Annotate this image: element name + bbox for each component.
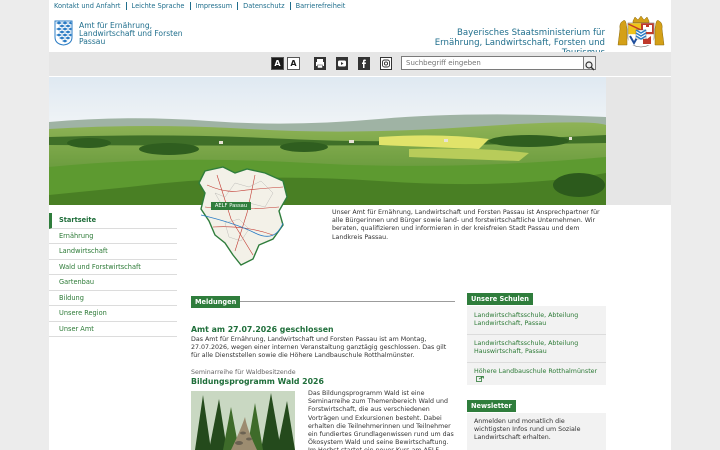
meldungen-heading: Meldungen	[191, 296, 241, 308]
top-links: Kontakt und Anfahrt Leichte Sprache Impres…	[54, 2, 351, 12]
news-text: Das Bildungsprogramm Wald ist eine Semin…	[308, 390, 454, 450]
nav-ernaehrung[interactable]: Ernährung	[49, 229, 177, 244]
schulen-heading: Unsere Schulen	[467, 293, 533, 305]
instagram-icon[interactable]	[380, 57, 392, 70]
left-navigation: Startseite Ernährung Landwirtschaft Wald…	[49, 213, 177, 337]
school-link-hauswirtschaft[interactable]: Landwirtschaftsschule, Abteilung Hauswir…	[474, 340, 584, 356]
divider	[467, 334, 606, 335]
external-link-icon	[476, 376, 484, 383]
page: Kontakt und Anfahrt Leichte Sprache Impres…	[49, 0, 671, 450]
nav-bildung[interactable]: Bildung	[49, 291, 177, 306]
news-title[interactable]: Amt am 27.07.2026 geschlossen	[191, 325, 334, 334]
bavaria-coat-of-arms-icon[interactable]	[616, 15, 666, 48]
toolbar-spacer	[606, 52, 671, 76]
hero-side-panel	[606, 77, 671, 205]
amt-title[interactable]: Amt für Ernährung, Landwirtschaft und Fo…	[79, 22, 199, 46]
youtube-icon[interactable]	[336, 57, 348, 70]
divider	[467, 362, 606, 363]
region-map-passau[interactable]	[195, 163, 291, 269]
news-title[interactable]: Bildungsprogramm Wald 2026	[191, 377, 324, 386]
link-impressum[interactable]: Impressum	[189, 2, 238, 10]
link-kontakt[interactable]: Kontakt und Anfahrt	[54, 2, 126, 10]
print-icon[interactable]	[314, 57, 326, 70]
nav-gartenbau[interactable]: Gartenbau	[49, 275, 177, 291]
newsletter-text[interactable]: Anmelden und monatlich die wichtigsten I…	[467, 413, 606, 450]
ministry-line1: Bayerisches Staatsministerium für	[456, 28, 605, 38]
search-button[interactable]	[583, 56, 596, 71]
intro-text: Unser Amt für Ernährung, Landwirtschaft …	[332, 209, 600, 241]
link-barrierefreiheit[interactable]: Barrierefreiheit	[289, 2, 351, 10]
news-text: Das Amt für Ernährung, Landwirtschaft un…	[191, 336, 447, 360]
nav-wald-forstwirtschaft[interactable]: Wald und Forstwirtschaft	[49, 260, 177, 275]
school-link-label: Höhere Landbauschule Rotthalmünster	[474, 368, 598, 375]
facebook-icon[interactable]	[358, 57, 370, 70]
nav-startseite[interactable]: Startseite	[49, 213, 177, 229]
forest-photo[interactable]	[191, 391, 295, 450]
bavaria-lozenge-logo[interactable]	[54, 20, 73, 46]
link-datenschutz[interactable]: Datenschutz	[237, 2, 290, 10]
schulen-box: Landwirtschaftsschule, Abteilung Landwir…	[467, 306, 606, 385]
search-input[interactable]	[401, 56, 585, 70]
nav-unsere-region[interactable]: Unsere Region	[49, 306, 177, 322]
nav-unser-amt[interactable]: Unser Amt	[49, 322, 177, 337]
map-label: AELF Passau	[211, 202, 251, 210]
search-icon	[585, 61, 595, 71]
news-kicker: Seminarreihe für Waldbesitzende	[191, 369, 296, 376]
link-leichte-sprache[interactable]: Leichte Sprache	[125, 2, 190, 10]
contrast-dark-button[interactable]: A	[271, 57, 284, 70]
contrast-light-button[interactable]: A	[287, 57, 300, 70]
school-link-landwirtschaft[interactable]: Landwirtschaftsschule, Abteilung Landwir…	[474, 312, 584, 328]
newsletter-heading: Newsletter	[467, 400, 516, 412]
toolbar: A A	[49, 52, 606, 76]
hero-landscape-image	[49, 77, 606, 205]
nav-landwirtschaft[interactable]: Landwirtschaft	[49, 244, 177, 260]
school-link-rotthalmuenster[interactable]: Höhere Landbauschule Rotthalmünster	[474, 368, 606, 385]
